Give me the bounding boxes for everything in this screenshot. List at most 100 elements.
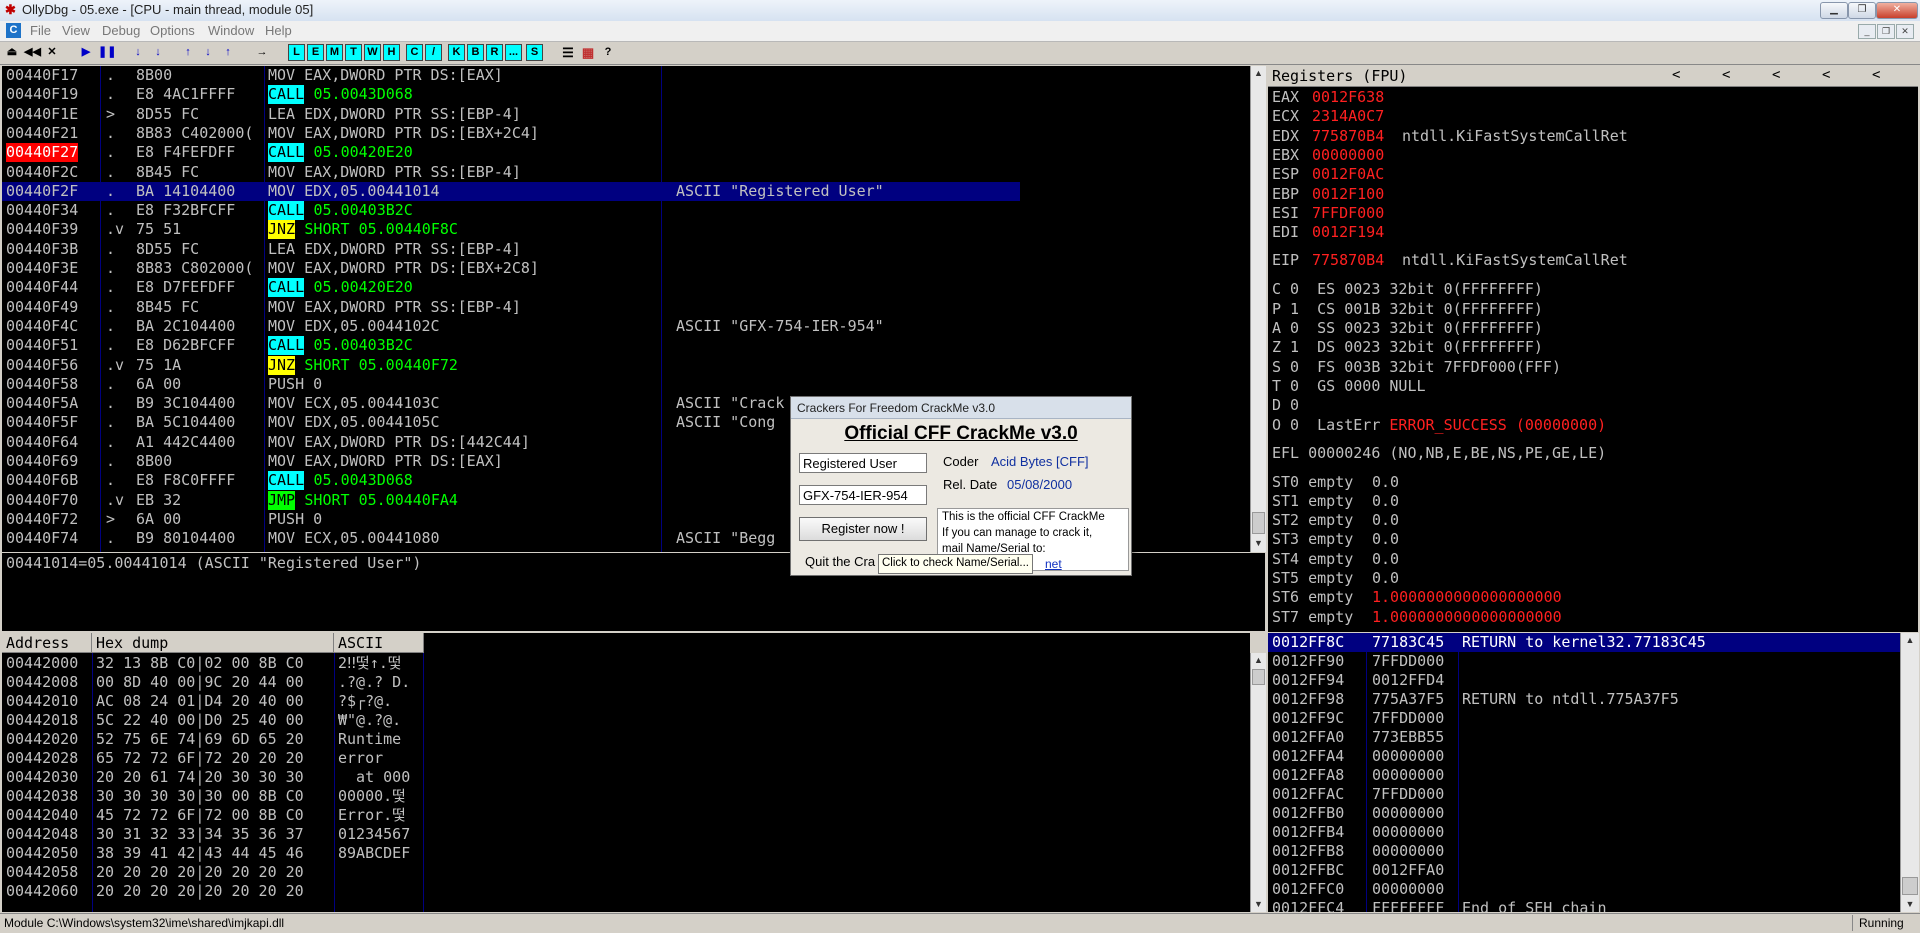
stack-row[interactable]: 0012FF9C 7FFDD000 — [1268, 709, 1900, 728]
run-trace-button[interactable]: ... — [505, 44, 522, 61]
step-over-icon[interactable]: ↓ — [150, 44, 166, 61]
stack-row[interactable]: 0012FFAC 7FFDD000 — [1268, 785, 1900, 804]
registers-prev-button[interactable]: < — [1822, 67, 1830, 83]
threads-button[interactable]: T — [345, 44, 362, 61]
log-window-button[interactable]: L — [288, 44, 305, 61]
call-stack-button[interactable]: K — [448, 44, 465, 61]
run-icon[interactable]: ▶ — [78, 44, 94, 61]
registers-pane[interactable]: Registers (FPU) < < < < < EAX 0012F638 ECX… — [1268, 66, 1918, 632]
stack-row[interactable]: 0012FF94 0012FFD4 — [1268, 671, 1900, 690]
disasm-row[interactable]: 00440F4C. BA 2C104400 MOV EDX,05.0044102C A… — [2, 317, 1020, 336]
disasm-row[interactable]: 00440F2F. BA 14104400 MOV EDX,05.00441014 A… — [2, 181, 1020, 201]
flag-row[interactable]: Z 1 DS 0023 32bit 0(FFFFFFFF) — [1272, 338, 1543, 357]
stack-row[interactable]: 0012FF90 7FFDD000 — [1268, 652, 1900, 671]
disasm-row[interactable]: 00440F51. E8 D62BFCFF CALL 05.00403B2C — [2, 336, 1020, 356]
dump-row[interactable]: 00442060 20 20 20 20|20 20 20 20 — [2, 882, 424, 901]
dump-row[interactable]: 00442048 30 31 32 33|34 35 36 37 01234567 — [2, 825, 424, 844]
trace-over-icon[interactable]: ↓ — [200, 44, 216, 61]
scroll-thumb[interactable] — [1252, 669, 1265, 685]
disasm-row[interactable]: 00440F19. E8 4AC1FFFF CALL 05.0043D068 — [2, 85, 1020, 105]
menu-options[interactable]: Options — [150, 23, 195, 38]
goto-icon[interactable]: → — [254, 44, 270, 61]
dump-row[interactable]: 00442008 00 8D 40 00|9C 20 44 00 .?@.? D. — [2, 673, 424, 692]
scroll-down-icon[interactable]: ▼ — [1901, 897, 1919, 911]
flag-row[interactable]: T 0 GS 0000 NULL — [1272, 377, 1426, 396]
dump-row[interactable]: 00442010 AC 08 24 01|D4 20 40 00 ?$┌?@. — [2, 692, 424, 711]
disasm-row[interactable]: 00440F39 .v 75 51 JNZ SHORT 05.00440F8C — [2, 220, 1020, 240]
dump-row[interactable]: 00442040 45 72 72 6F|72 00 8B C0 Error.떷 — [2, 806, 424, 825]
dump-row[interactable]: 00442020 52 75 6E 74|69 6D 65 20 Runtime — [2, 730, 424, 749]
disasm-row[interactable]: 00440F21. 8B83 C402000(MOV EAX,DWORD PTR … — [2, 124, 1020, 143]
crackme-dialog[interactable]: Crackers For Freedom CrackMe v3.0 Offici… — [790, 396, 1132, 576]
disasm-row[interactable]: 00440F2C. 8B45 FC MOV EAX,DWORD PTR SS:[EB… — [2, 163, 1020, 182]
references-button[interactable]: R — [486, 44, 503, 61]
scroll-down-icon[interactable]: ▼ — [1251, 897, 1266, 911]
flag-row[interactable]: A 0 SS 0023 32bit 0(FFFFFFFF) — [1272, 319, 1543, 338]
trace-into-icon[interactable]: ↑ — [180, 44, 196, 61]
flag-row[interactable]: D 0 — [1272, 396, 1299, 415]
dump-header-hex[interactable]: Hex dump — [92, 633, 334, 653]
menu-debug[interactable]: Debug — [102, 23, 140, 38]
step-into-icon[interactable]: ↓ — [130, 44, 146, 61]
patches-button[interactable]: / — [425, 44, 442, 61]
dump-header-address[interactable]: Address — [2, 633, 92, 653]
dump-scrollbar[interactable]: ▲ ▼ — [1250, 653, 1266, 912]
stack-row[interactable]: 0012FFC4 FFFFFFFF End of SEH chain — [1268, 899, 1900, 912]
stack-row[interactable]: 0012FFC0 00000000 — [1268, 880, 1900, 899]
menu-file[interactable]: File — [30, 23, 51, 38]
disassembly-scrollbar[interactable]: ▲ ▼ — [1250, 66, 1266, 552]
maximize-button[interactable]: ❐ — [1848, 2, 1876, 19]
disasm-row[interactable]: 00440F1E >8D55 FC LEA EDX,DWORD PTR SS:[EB… — [2, 105, 1020, 124]
scroll-thumb[interactable] — [1252, 512, 1265, 534]
disasm-row[interactable]: 00440F17. 8B00 MOV EAX,DWORD PTR DS:[EAX] — [2, 66, 1020, 85]
stack-row[interactable]: 0012FFA8 00000000 — [1268, 766, 1900, 785]
windows-button[interactable]: W — [364, 44, 381, 61]
quit-button[interactable]: Quit the Cra — [805, 554, 875, 569]
stack-row[interactable]: 0012FF98 775A37F5 RETURN to ntdll.775A37F5 — [1268, 690, 1900, 709]
grid-icon[interactable]: ▦ — [580, 44, 596, 61]
stack-pane[interactable]: 0012FF8C 77183C45 RETURN to kernel32.77183… — [1268, 633, 1900, 912]
flag-row[interactable]: P 1 CS 001B 32bit 0(FFFFFFFF) — [1272, 300, 1543, 319]
executable-modules-button[interactable]: E — [307, 44, 324, 61]
dump-row[interactable]: 00442018 5C 22 40 00|D0 25 40 00 ₩"@.?@. — [2, 711, 424, 730]
efl-row[interactable]: EFL 00000246 (NO,NB,E,BE,NS,PE,GE,LE) — [1272, 444, 1606, 463]
registers-prev-button[interactable]: < — [1672, 67, 1680, 83]
disasm-row[interactable]: 00440F56 .v 75 1A JNZ SHORT 05.00440F72 — [2, 355, 1020, 375]
disasm-row[interactable]: 00440F3E. 8B83 C802000(MOV EAX,DWORD PTR … — [2, 259, 1020, 278]
dump-row[interactable]: 00442000 32 13 8B C0|02 00 8B C0 2‼떷↑.떷 — [2, 654, 424, 673]
open-icon[interactable]: ⏏ — [4, 44, 20, 61]
execute-till-return-icon[interactable]: ↑ — [220, 44, 236, 61]
registers-prev-button[interactable]: < — [1872, 67, 1880, 83]
scroll-thumb[interactable] — [1902, 877, 1918, 895]
mdi-minimize-button[interactable]: _ — [1858, 24, 1876, 39]
menu-help[interactable]: Help — [265, 23, 292, 38]
scroll-up-icon[interactable]: ▲ — [1901, 633, 1919, 647]
dump-row[interactable]: 00442050 38 39 41 42|43 44 45 46 89ABCDEF — [2, 844, 424, 863]
menu-view[interactable]: View — [62, 23, 90, 38]
minimize-button[interactable]: ▁ — [1820, 2, 1848, 19]
handles-button[interactable]: H — [383, 44, 400, 61]
stack-row[interactable]: 0012FFA0 773EBB55 — [1268, 728, 1900, 747]
disasm-row[interactable]: 00440F49. 8B45 FC MOV EAX,DWORD PTR SS:[EB… — [2, 298, 1020, 317]
flag-row[interactable]: S 0 FS 003B 32bit 7FFDF000(FFF) — [1272, 358, 1561, 377]
stack-row[interactable]: 0012FFB4 00000000 — [1268, 823, 1900, 842]
register-button[interactable]: Register now ! — [799, 517, 927, 541]
restart-icon[interactable]: ◀◀ — [24, 44, 41, 61]
pause-icon[interactable]: ❚❚ — [98, 44, 116, 61]
dump-header-ascii[interactable]: ASCII — [334, 633, 424, 653]
cpu-window-icon[interactable]: C — [6, 23, 21, 38]
dump-row[interactable]: 00442058 20 20 20 20|20 20 20 20 — [2, 863, 424, 882]
disasm-row[interactable]: 00440F34. E8 F32BFCFF CALL 05.00403B2C — [2, 201, 1020, 221]
stack-scrollbar[interactable]: ▲ ▼ — [1900, 633, 1919, 912]
dump-row[interactable]: 00442038 30 30 30 30|30 00 8B C0 00000.떷 — [2, 787, 424, 806]
flag-row[interactable]: C 0 ES 0023 32bit 0(FFFFFFFF) — [1272, 280, 1543, 299]
stack-row[interactable]: 0012FFB8 00000000 — [1268, 842, 1900, 861]
serial-input[interactable]: GFX-754-IER-954 — [799, 485, 927, 505]
close-button[interactable]: ✕ — [1876, 2, 1918, 19]
memory-map-button[interactable]: M — [326, 44, 343, 61]
breakpoints-button[interactable]: B — [467, 44, 484, 61]
mdi-close-button[interactable]: ✕ — [1896, 24, 1914, 39]
source-button[interactable]: S — [526, 44, 543, 61]
email-link[interactable]: net — [1045, 557, 1062, 571]
terminate-icon[interactable]: ✕ — [44, 44, 60, 61]
